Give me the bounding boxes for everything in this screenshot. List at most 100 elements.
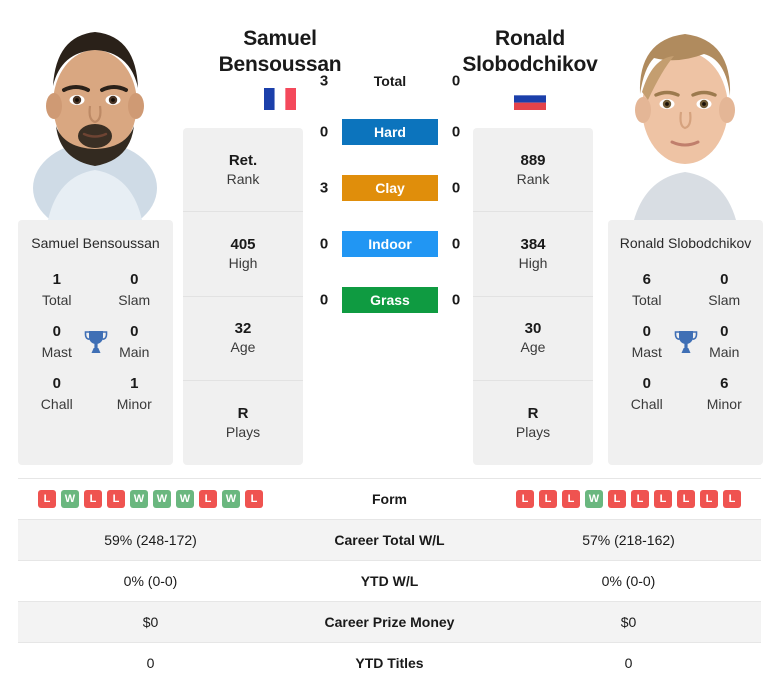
title-cell-total: 1 Total (18, 270, 96, 310)
player-name-left-first: Samuel (243, 27, 317, 50)
form-badge-loss[interactable]: L (38, 490, 56, 508)
h2h-clay-left-value: 3 (319, 179, 329, 197)
stat-label: Plays (225, 423, 261, 440)
comparison-value-right: LLLWLLLLLL (496, 490, 761, 508)
comparison-row-label: Career Total W/L (334, 532, 445, 548)
player-stats-card-left: Ret. Rank 405 High 32 Age R Plays (183, 128, 303, 465)
stat-value: 889 (520, 151, 546, 169)
stat-value: R (527, 404, 539, 422)
title-cell-chall: 0 Chall (608, 374, 686, 414)
comparison-value-left: 59% (248-172) (104, 532, 197, 548)
title-cell-slam: 0 Slam (96, 270, 174, 310)
stat-label: Age (520, 339, 546, 356)
stat-label: Rank (226, 170, 260, 187)
player-stats-card-right: 889 Rank 384 High 30 Age R Plays (473, 128, 593, 465)
title-value: 0 (720, 271, 729, 288)
form-badge-loss[interactable]: L (245, 490, 263, 508)
comparison-value-left: 0% (0-0) (123, 573, 178, 589)
title-label: Chall (40, 396, 73, 412)
comparison-value-right: 0% (0-0) (601, 573, 656, 589)
h2h-top-section: Samuel Bensoussan Ronald Slobodchikov 3 … (0, 0, 779, 470)
h2h-total-row: 3 Total 0 (312, 58, 468, 104)
h2h-indoor-left-value: 0 (319, 235, 329, 253)
stat-value: 384 (520, 235, 546, 253)
title-label: Minor (116, 396, 152, 412)
h2h-surface-rows: 0 Hard 0 3 Clay 0 0 Indoor 0 0 Grass 0 (312, 104, 468, 328)
title-value: 0 (642, 375, 651, 392)
title-value: 0 (720, 323, 729, 340)
title-cell-slam: 0 Slam (686, 270, 764, 310)
comparison-row-label: YTD W/L (360, 573, 419, 589)
form-badge-loss[interactable]: L (107, 490, 125, 508)
form-badge-loss[interactable]: L (700, 490, 718, 508)
form-badge-loss[interactable]: L (654, 490, 672, 508)
russia-flag-icon (514, 88, 546, 110)
title-value: 6 (642, 271, 651, 288)
comparison-value-right: $0 (620, 614, 637, 630)
form-badge-loss[interactable]: L (539, 490, 557, 508)
comparison-row-career-total-wl: 59% (248-172) Career Total W/L 57% (218-16… (18, 519, 761, 560)
stat-cell-rank: Ret. Rank (183, 128, 303, 213)
comparison-row-label: Form (372, 491, 407, 507)
title-label: Mast (631, 344, 662, 360)
titles-grid-left: 1 Total 0 Slam 0 Mast 0 Main 0 Chall 1 Minor (18, 270, 173, 414)
player-titles-card-right: Ronald Slobodchikov 6 Total 0 Slam 0 Mast 0 Mai… (608, 220, 763, 465)
form-badge-win[interactable]: W (130, 490, 148, 508)
form-badge-loss[interactable]: L (516, 490, 534, 508)
player-titles-card-left: Samuel Bensoussan 1 Total 0 Slam 0 Mast 0 Main 0… (18, 220, 173, 465)
title-label: Slam (118, 292, 151, 308)
comparison-row-label: YTD Titles (355, 655, 424, 671)
form-badge-win[interactable]: W (61, 490, 79, 508)
form-badge-loss[interactable]: L (677, 490, 695, 508)
form-badge-win[interactable]: W (153, 490, 171, 508)
comparison-row-form: L W L L W W W L W L Form L L L W L L L L L L (18, 478, 761, 519)
stat-label: Rank (516, 170, 550, 187)
comparison-row-ytd-titles: 0 YTD Titles 0 (18, 642, 761, 683)
comparison-value-right: 0 (624, 655, 633, 671)
title-label: Minor (706, 396, 742, 412)
h2h-surface-row-clay: 3 Clay 0 (312, 160, 468, 216)
h2h-grass-left-value: 0 (319, 291, 329, 309)
form-badge-loss[interactable]: L (608, 490, 626, 508)
title-label: Chall (630, 396, 663, 412)
form-badge-win[interactable]: W (176, 490, 194, 508)
form-strip-right: LLLWLLLLLL (516, 490, 741, 508)
form-badge-loss[interactable]: L (631, 490, 649, 508)
h2h-surface-row-grass: 0 Grass 0 (312, 272, 468, 328)
title-cell-minor: 1 Minor (96, 374, 174, 414)
title-label: Total (631, 292, 662, 308)
stat-value: 32 (234, 320, 252, 338)
surface-badge-indoor[interactable]: Indoor (342, 231, 438, 257)
h2h-grass-right-value: 0 (451, 291, 461, 309)
form-badge-loss[interactable]: L (199, 490, 217, 508)
stat-value: Ret. (228, 151, 258, 169)
title-value: 0 (642, 323, 651, 340)
player-photo-right-image (608, 8, 763, 220)
form-badge-win[interactable]: W (222, 490, 240, 508)
stat-cell-plays: R Plays (183, 381, 303, 465)
player-photo-left (18, 8, 173, 220)
title-label: Mast (41, 344, 72, 360)
title-cell-total: 6 Total (608, 270, 686, 310)
stat-value: 30 (524, 320, 542, 338)
player-full-name-left: Samuel Bensoussan (31, 235, 160, 251)
stat-cell-age: 32 Age (183, 297, 303, 381)
titles-grid-right: 6 Total 0 Slam 0 Mast 0 Main 0 Chall 6 Minor (608, 270, 763, 414)
trophy-icon (82, 328, 110, 356)
comparison-row-ytd-wl: 0% (0-0) YTD W/L 0% (0-0) (18, 560, 761, 601)
form-badge-win[interactable]: W (585, 490, 603, 508)
player-photo-left-image (18, 8, 173, 220)
surface-badge-hard[interactable]: Hard (342, 119, 438, 145)
stat-label: Plays (515, 423, 551, 440)
title-value: 0 (130, 271, 139, 288)
form-badge-loss[interactable]: L (723, 490, 741, 508)
h2h-total-left-value: 3 (319, 72, 329, 90)
stat-label: High (518, 254, 548, 271)
head-to-head-surface-column: 3 Total 0 0 Hard 0 3 Clay 0 0 Indoor 0 0 Grass 0 (312, 58, 468, 328)
form-badge-loss[interactable]: L (562, 490, 580, 508)
stat-value: R (237, 404, 249, 422)
form-badge-loss[interactable]: L (84, 490, 102, 508)
surface-badge-clay[interactable]: Clay (342, 175, 438, 201)
comparison-value-right: 57% (218-162) (582, 532, 675, 548)
surface-badge-grass[interactable]: Grass (342, 287, 438, 313)
